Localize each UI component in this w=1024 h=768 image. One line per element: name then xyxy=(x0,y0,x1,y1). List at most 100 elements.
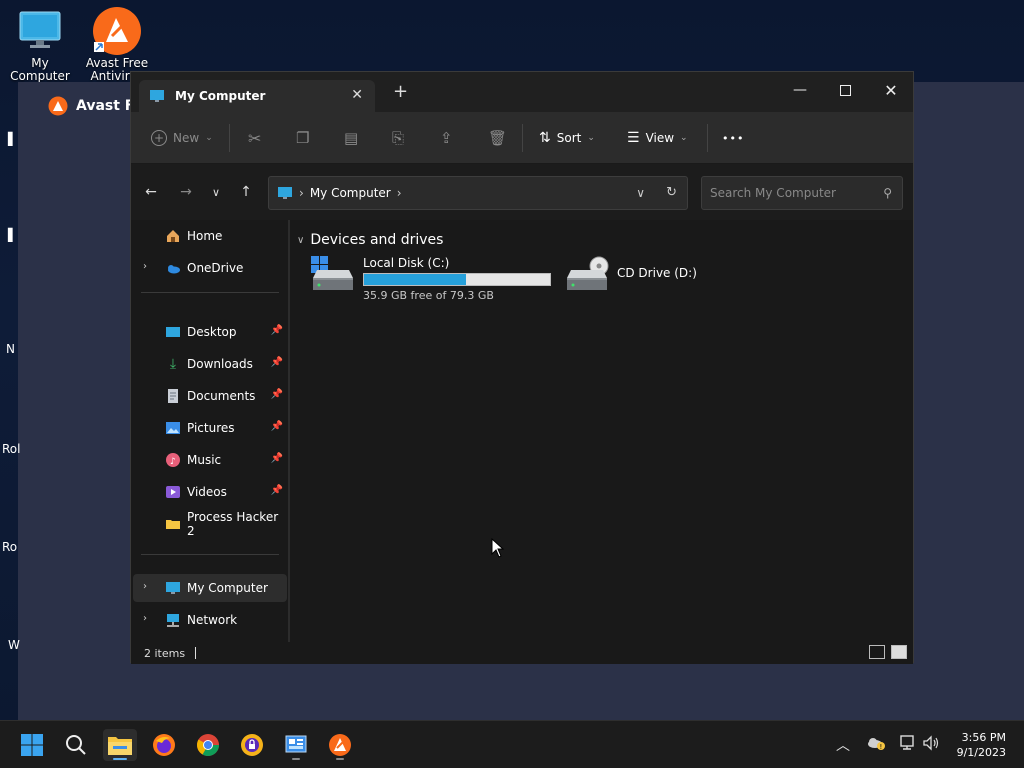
scissors-icon: ✂ xyxy=(248,128,262,148)
sidebar-item-home[interactable]: Home xyxy=(133,222,287,250)
sidebar-item-pictures[interactable]: Pictures 📌 xyxy=(133,414,287,442)
pin-icon: 📌 xyxy=(270,485,283,496)
search-box[interactable]: ⚲ xyxy=(701,176,903,210)
desktop-icon xyxy=(165,324,181,340)
music-icon: ♪ xyxy=(165,452,181,468)
expand-chevron-icon[interactable]: › xyxy=(143,613,147,624)
view-button[interactable]: ☰ View ⌄ xyxy=(627,126,688,150)
sidebar-item-process-hacker[interactable]: Process Hacker 2 xyxy=(133,510,287,538)
running-indicator xyxy=(292,758,300,760)
sidebar-item-downloads[interactable]: ⤓ Downloads 📌 xyxy=(133,350,287,378)
maximize-button[interactable] xyxy=(822,76,868,104)
rename-button[interactable]: ⎘ xyxy=(392,126,404,150)
firefox-taskbar-button[interactable] xyxy=(147,729,181,761)
file-explorer-taskbar-button[interactable] xyxy=(103,729,137,761)
copy-button[interactable]: ❐ xyxy=(296,126,309,150)
desktop-icon-my-computer[interactable]: My Computer xyxy=(0,8,80,83)
show-hidden-icons-button[interactable]: ︿ xyxy=(836,735,850,755)
strip-mark: W xyxy=(8,638,20,652)
group-header-devices[interactable]: ∨ Devices and drives xyxy=(297,232,443,248)
title-bar[interactable]: My Computer ✕ + — ✕ xyxy=(131,72,913,112)
drive-usage-bar xyxy=(363,273,551,286)
mouse-cursor-icon xyxy=(491,538,505,558)
chevron-right-icon[interactable]: › xyxy=(397,186,402,200)
start-button[interactable] xyxy=(15,729,49,761)
status-divider xyxy=(195,647,197,659)
picture-icon xyxy=(165,420,181,436)
view-toggle xyxy=(869,645,907,659)
trash-icon: 🗑 xyxy=(488,129,508,147)
expand-chevron-icon[interactable]: › xyxy=(143,261,147,272)
divider xyxy=(522,124,523,152)
security-app-taskbar-button[interactable] xyxy=(235,729,269,761)
monitor-icon xyxy=(150,90,164,102)
details-view-button[interactable] xyxy=(869,645,885,659)
minimize-button[interactable]: — xyxy=(777,76,823,104)
rename-icon: ⎘ xyxy=(392,129,405,147)
forward-button[interactable]: → xyxy=(176,182,196,202)
breadcrumb-my-computer[interactable]: My Computer xyxy=(310,186,391,200)
avast-taskbar-button[interactable] xyxy=(323,729,357,761)
arrow-left-icon: ← xyxy=(145,184,157,200)
monitor-icon xyxy=(278,187,292,199)
navigation-pane-divider[interactable] xyxy=(288,220,290,642)
expand-chevron-icon[interactable]: › xyxy=(143,581,147,592)
close-tab-icon[interactable]: ✕ xyxy=(351,87,363,103)
drive-name: Local Disk (C:) xyxy=(363,256,450,270)
address-dropdown-icon[interactable]: ∨ xyxy=(636,186,645,200)
svg-text:♪: ♪ xyxy=(170,457,176,467)
cloud-icon xyxy=(165,260,181,276)
download-icon: ⤓ xyxy=(169,356,177,372)
drive-item-d[interactable]: CD Drive (D:) xyxy=(565,256,697,292)
file-list[interactable]: ∨ Devices and drives Local Disk (C:) 35.… xyxy=(291,220,913,642)
sidebar-item-network[interactable]: › Network xyxy=(133,606,287,634)
clock[interactable]: 3:56 PM 9/1/2023 xyxy=(957,730,1006,760)
sidebar-item-desktop[interactable]: Desktop 📌 xyxy=(133,318,287,346)
volume-tray-button[interactable] xyxy=(922,735,940,755)
control-panel-taskbar-button[interactable] xyxy=(279,729,313,761)
search-input[interactable] xyxy=(710,186,870,200)
cut-button[interactable]: ✂ xyxy=(248,126,261,150)
file-explorer-window[interactable]: My Computer ✕ + — ✕ + New ⌄ ✂ ❐ ▤ ⎘ ⇪ 🗑 … xyxy=(130,71,914,664)
chevron-down-icon: ⌄ xyxy=(587,133,595,143)
copy-icon: ❐ xyxy=(296,129,310,147)
up-button[interactable]: ↑ xyxy=(236,182,256,202)
refresh-icon[interactable]: ↻ xyxy=(666,185,677,200)
paste-button[interactable]: ▤ xyxy=(344,126,358,150)
chevron-up-icon: ︿ xyxy=(836,738,850,754)
search-taskbar-button[interactable] xyxy=(59,729,93,761)
tab-my-computer[interactable]: My Computer ✕ xyxy=(139,80,375,112)
share-button[interactable]: ⇪ xyxy=(440,126,453,150)
onedrive-tray-button[interactable]: ! xyxy=(866,735,886,755)
sidebar-item-onedrive[interactable]: › OneDrive xyxy=(133,254,287,282)
tiles-view-button[interactable] xyxy=(891,645,907,659)
windows-logo-icon xyxy=(21,734,43,756)
see-more-button[interactable]: ••• xyxy=(722,126,744,150)
navigation-bar: ← → ∨ ↑ › My Computer › ∨ ↻ ⚲ xyxy=(131,164,913,220)
command-bar: + New ⌄ ✂ ❐ ▤ ⎘ ⇪ 🗑 ⇅ Sort ⌄ ☰ View ⌄ ••… xyxy=(131,112,913,164)
sidebar-item-music[interactable]: ♪ Music 📌 xyxy=(133,446,287,474)
new-tab-button[interactable]: + xyxy=(393,83,408,101)
delete-button[interactable]: 🗑 xyxy=(488,126,507,150)
back-button[interactable]: ← xyxy=(141,182,161,202)
drive-item-c[interactable]: Local Disk (C:) 35.9 GB free of 79.3 GB xyxy=(311,256,551,302)
avast-icon xyxy=(93,7,141,55)
sidebar-item-videos[interactable]: Videos 📌 xyxy=(133,478,287,506)
home-icon xyxy=(165,228,181,244)
new-button[interactable]: + New ⌄ xyxy=(151,126,213,150)
video-icon xyxy=(165,484,181,500)
network-tray-button[interactable] xyxy=(898,735,916,755)
network-icon xyxy=(165,612,181,628)
drive-info: CD Drive (D:) xyxy=(617,256,697,292)
sidebar-item-documents[interactable]: Documents 📌 xyxy=(133,382,287,410)
speaker-icon xyxy=(923,735,939,751)
chrome-taskbar-button[interactable] xyxy=(191,729,225,761)
chrome-icon xyxy=(197,734,219,756)
drive-info: Local Disk (C:) 35.9 GB free of 79.3 GB xyxy=(363,256,551,302)
address-bar[interactable]: › My Computer › ∨ ↻ xyxy=(268,176,688,210)
drive-name: CD Drive (D:) xyxy=(617,266,697,280)
sort-button[interactable]: ⇅ Sort ⌄ xyxy=(539,126,595,150)
recent-locations-button[interactable]: ∨ xyxy=(206,182,226,202)
sidebar-item-my-computer[interactable]: › My Computer xyxy=(133,574,287,602)
close-window-button[interactable]: ✕ xyxy=(868,76,914,104)
